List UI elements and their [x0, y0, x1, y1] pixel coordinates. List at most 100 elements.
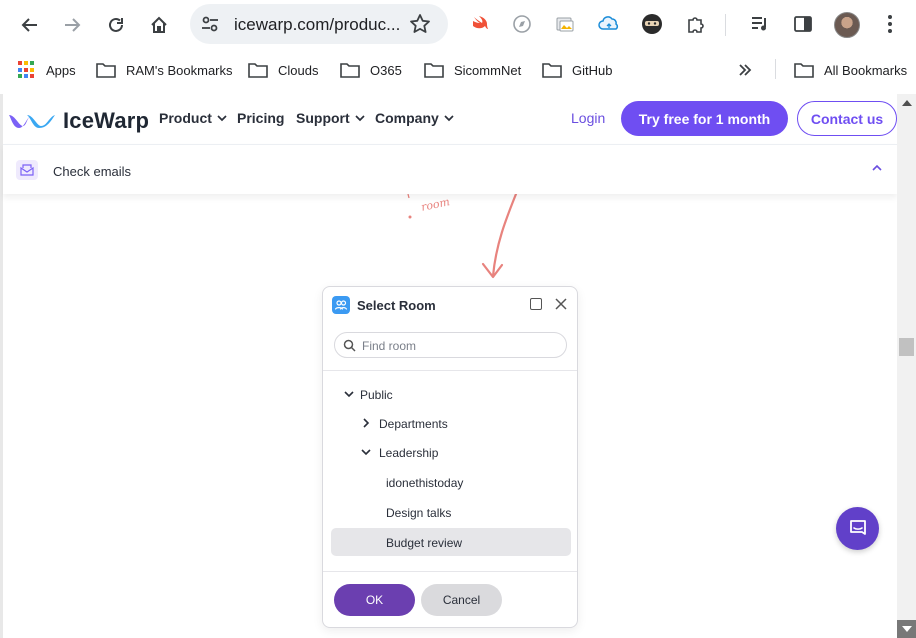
double-chevron-icon[interactable] [738, 50, 762, 90]
reload-icon[interactable] [100, 9, 132, 41]
address-bar[interactable]: icewarp.com/produc... [190, 4, 448, 44]
gallery-extension-icon[interactable] [553, 12, 577, 36]
bookmark-folder-rams[interactable]: RAM's Bookmarks [96, 50, 233, 90]
close-icon[interactable] [554, 297, 568, 311]
bookmark-label: RAM's Bookmarks [126, 62, 233, 78]
side-panel-icon[interactable] [791, 12, 815, 36]
find-room-search[interactable] [334, 332, 567, 358]
feature-subbar[interactable]: Check emails [3, 144, 897, 194]
folder-icon [340, 63, 360, 78]
handwritten-note: room [419, 195, 451, 214]
browser-toolbar: icewarp.com/produc... [0, 0, 916, 50]
apps-grid-icon [18, 61, 36, 79]
tune-icon[interactable] [200, 14, 220, 34]
nav-support[interactable]: Support [296, 110, 365, 126]
home-icon[interactable] [143, 9, 175, 41]
tree-item-departments[interactable]: Departments [331, 409, 571, 437]
dialog-divider [323, 571, 577, 572]
compass-extension-icon[interactable] [510, 12, 534, 36]
nav-company[interactable]: Company [375, 110, 454, 126]
dialog-title: Select Room [357, 298, 436, 313]
try-free-button[interactable]: Try free for 1 month [621, 101, 788, 136]
bookmark-apps[interactable]: Apps [18, 50, 76, 90]
swift-extension-icon[interactable] [468, 12, 492, 36]
site-navbar: IceWarp Product Pricing Support Company … [3, 94, 897, 142]
envelope-icon [16, 160, 38, 180]
find-room-input[interactable] [362, 337, 562, 355]
nav-label: Pricing [237, 110, 285, 126]
tree-item-idonethistoday[interactable]: idonethistoday [331, 468, 571, 496]
bookmark-label: SicommNet [454, 62, 522, 78]
tree-item-leadership[interactable]: Leadership [331, 438, 571, 466]
bookmark-label: All Bookmarks [824, 62, 908, 78]
page-viewport: room IceWarp Product Pricing Support Com… [0, 94, 897, 638]
folder-icon [542, 63, 562, 78]
bookmark-folder-clouds[interactable]: Clouds [248, 50, 318, 90]
icewarp-logo-icon [9, 115, 55, 128]
bookmark-label: Apps [46, 62, 76, 78]
subbar-label: Check emails [53, 164, 132, 179]
url-text[interactable]: icewarp.com/produc... [234, 15, 400, 35]
chevron-up-icon[interactable] [871, 164, 883, 172]
tree-label: Design talks [386, 506, 452, 520]
all-bookmarks-folder[interactable]: All Bookmarks [794, 50, 907, 90]
puzzle-extensions-icon[interactable] [684, 12, 708, 36]
back-arrow-icon[interactable] [14, 9, 46, 41]
folder-icon [248, 63, 268, 78]
scroll-up-arrow-icon[interactable] [902, 100, 912, 106]
search-icon [343, 339, 356, 352]
toolbar-divider [725, 14, 726, 36]
bookmark-label: GitHub [572, 62, 613, 78]
bookmark-label: O365 [370, 62, 402, 78]
bookmark-folder-sicommnet[interactable]: SicommNet [424, 50, 521, 90]
scroll-down-arrow-icon [902, 626, 912, 632]
chevron-down-icon[interactable] [344, 389, 354, 399]
ok-button[interactable]: OK [334, 584, 415, 616]
chat-bubble-icon [849, 519, 866, 535]
profile-avatar[interactable] [834, 12, 860, 38]
nav-label: Company [375, 110, 439, 126]
scroll-down-button[interactable] [897, 620, 916, 638]
ninja-extension-icon[interactable] [640, 12, 664, 36]
nav-label: Support [296, 110, 350, 126]
tree-item-budget-review[interactable]: Budget review [331, 528, 571, 556]
tree-label: Departments [379, 417, 448, 431]
bookmark-folder-o365[interactable]: O365 [340, 50, 402, 90]
folder-icon [96, 63, 116, 78]
bookmarks-bar: Apps RAM's Bookmarks Clouds O365 SicommN… [0, 50, 916, 90]
select-room-dialog: Select Room Public Departments Leadershi… [322, 286, 578, 628]
chevron-right-icon[interactable] [361, 418, 371, 428]
tree-item-public[interactable]: Public [331, 380, 571, 408]
nav-label: Product [159, 110, 212, 126]
down-arrow-icon [481, 194, 518, 279]
logo-text: IceWarp [63, 108, 150, 133]
icewarp-logo[interactable]: IceWarp [7, 108, 149, 134]
page-scrollbar[interactable] [897, 94, 916, 638]
bookmark-folder-github[interactable]: GitHub [542, 50, 612, 90]
tree-label: idonethistoday [386, 476, 464, 490]
cancel-button[interactable]: Cancel [421, 584, 502, 616]
scrollbar-thumb[interactable] [899, 338, 914, 356]
dialog-divider [323, 370, 577, 371]
rooms-icon [332, 296, 350, 314]
folder-icon [424, 63, 444, 78]
login-link[interactable]: Login [571, 110, 605, 126]
chevron-down-icon [355, 114, 365, 121]
chevron-down-icon [217, 114, 227, 121]
kebab-menu-icon[interactable] [878, 12, 902, 36]
maximize-icon[interactable] [530, 298, 542, 310]
nav-product[interactable]: Product [159, 110, 227, 126]
tree-label: Leadership [379, 446, 439, 460]
media-queue-icon[interactable] [748, 12, 772, 36]
star-icon[interactable] [408, 12, 432, 36]
nav-pricing[interactable]: Pricing [237, 110, 284, 126]
bookmark-label: Clouds [278, 62, 319, 78]
cloud-extension-icon[interactable] [597, 12, 621, 36]
chevron-down-icon[interactable] [361, 447, 371, 457]
forward-arrow-icon[interactable] [56, 9, 88, 41]
tree-label: Public [360, 388, 393, 402]
contact-us-button[interactable]: Contact us [797, 101, 897, 136]
tree-item-design-talks[interactable]: Design talks [331, 498, 571, 526]
chat-widget-button[interactable] [836, 507, 879, 550]
chevron-down-icon [444, 114, 454, 121]
